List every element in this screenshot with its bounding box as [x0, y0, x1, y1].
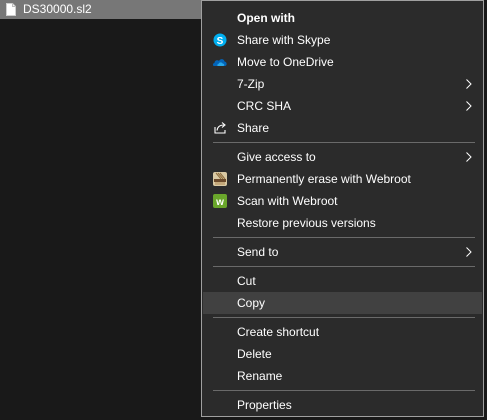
menu-item-send-to[interactable]: Send to: [203, 241, 482, 263]
context-menu: Open with S Share with Skype Move to One…: [201, 0, 484, 417]
chevron-right-icon: [466, 101, 472, 111]
menu-item-crc-sha[interactable]: CRC SHA: [203, 95, 482, 117]
menu-item-label: Permanently erase with Webroot: [237, 172, 411, 186]
menu-separator: [213, 317, 475, 318]
menu-item-copy[interactable]: Copy: [203, 292, 482, 314]
menu-item-properties[interactable]: Properties: [203, 394, 482, 416]
webroot-shredder-icon: [213, 172, 227, 186]
menu-item-label: CRC SHA: [237, 99, 292, 113]
webroot-icon: w: [213, 194, 227, 208]
menu-item-rename[interactable]: Rename: [203, 365, 482, 387]
menu-separator: [213, 142, 475, 143]
menu-item-label: Create shortcut: [237, 325, 320, 339]
file-icon: [6, 3, 16, 16]
menu-item-label: Move to OneDrive: [237, 55, 334, 69]
skype-icon: S: [213, 33, 227, 47]
menu-item-permanently-erase-webroot[interactable]: Permanently erase with Webroot: [203, 168, 482, 190]
menu-item-share-with-skype[interactable]: S Share with Skype: [203, 29, 482, 51]
menu-item-label: Rename: [237, 369, 283, 383]
share-icon: [214, 122, 226, 134]
menu-item-scan-webroot[interactable]: w Scan with Webroot: [203, 190, 482, 212]
menu-item-label: Copy: [237, 296, 266, 310]
chevron-right-icon: [466, 152, 472, 162]
file-name: DS30000.sl2: [23, 2, 92, 16]
menu-item-create-shortcut[interactable]: Create shortcut: [203, 321, 482, 343]
menu-item-label: Cut: [237, 274, 256, 288]
menu-item-label: Share: [237, 121, 270, 135]
menu-item-label: 7-Zip: [237, 77, 265, 91]
menu-item-label: Open with: [237, 11, 295, 25]
chevron-right-icon: [466, 79, 472, 89]
onedrive-cloud-icon: [212, 59, 227, 66]
menu-item-label: Scan with Webroot: [237, 194, 338, 208]
selected-file[interactable]: DS30000.sl2: [0, 0, 201, 19]
menu-item-restore-previous-versions[interactable]: Restore previous versions: [203, 212, 482, 234]
menu-item-move-to-onedrive[interactable]: Move to OneDrive: [203, 51, 482, 73]
chevron-right-icon: [466, 247, 472, 257]
menu-item-label: Send to: [237, 245, 279, 259]
menu-item-delete[interactable]: Delete: [203, 343, 482, 365]
menu-item-open-with[interactable]: Open with: [203, 7, 482, 29]
menu-item-label: Give access to: [237, 150, 316, 164]
menu-item-label: Restore previous versions: [237, 216, 376, 230]
svg-text:w: w: [215, 197, 224, 208]
menu-separator: [213, 237, 475, 238]
menu-item-give-access-to[interactable]: Give access to: [203, 146, 482, 168]
menu-item-cut[interactable]: Cut: [203, 270, 482, 292]
menu-separator: [213, 266, 475, 267]
menu-separator: [213, 390, 475, 391]
svg-text:S: S: [217, 36, 224, 47]
menu-item-share[interactable]: Share: [203, 117, 482, 139]
menu-item-label: Share with Skype: [237, 33, 331, 47]
menu-item-label: Properties: [237, 398, 292, 412]
menu-item-label: Delete: [237, 347, 272, 361]
menu-item-7zip[interactable]: 7-Zip: [203, 73, 482, 95]
